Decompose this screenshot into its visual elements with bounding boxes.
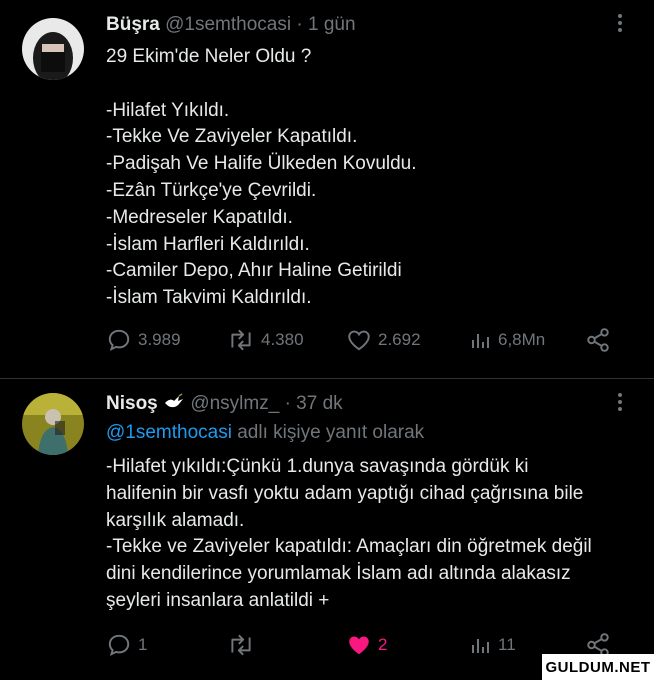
share-icon: [587, 328, 609, 352]
tweet-line: dini kendilerince yorumlamak İslam adı a…: [106, 563, 571, 585]
more-dots-icon[interactable]: [612, 391, 628, 415]
tweet-line: -Hilafet yıkıldı:Çünkü 1.dunya savaşında…: [106, 456, 529, 477]
tweet-line: -Padişah Ve Halife Ülkeden Kovuldu.: [106, 153, 417, 175]
user-handle[interactable]: @nsylmz_: [190, 393, 279, 414]
dove-emoji-icon: [163, 393, 185, 411]
reply-context: @1semthocasi adlı kişiye yanıt olarak: [106, 422, 424, 444]
reply-button[interactable]: 3.989: [106, 325, 181, 355]
reply-bubble-icon: [108, 329, 130, 352]
tweet-line: 29 Ekim'de Neler Oldu ?: [106, 46, 312, 67]
retweet-button[interactable]: 4.380: [227, 325, 304, 355]
views-count: 6,8Mn: [498, 330, 546, 349]
like-button[interactable]: 2: [346, 630, 387, 660]
tweet-1[interactable]: Büşra @1semthocasi · 1 gün 29 Ekim'de Ne…: [0, 0, 654, 378]
tweet-text: 29 Ekim'de Neler Oldu ? -Hilafet Yıkıldı…: [106, 44, 626, 312]
views-bar-chart-icon: [472, 334, 489, 348]
tweet-line: -İslam Takvimi Kaldırıldı.: [106, 287, 312, 309]
tweet-line: -Hilafet Yıkıldı.: [106, 99, 230, 121]
tweet-line: -İslam Harfleri Kaldırıldı.: [106, 233, 310, 255]
tweet-line: -Medreseler Kapatıldı.: [106, 206, 293, 228]
timestamp[interactable]: · 1 gün: [296, 14, 355, 35]
like-button[interactable]: 2.692: [346, 325, 421, 355]
views-button[interactable]: 6,8Mn: [468, 325, 545, 355]
display-name[interactable]: Nisoş: [106, 393, 158, 414]
display-name[interactable]: Büşra: [106, 14, 160, 35]
reply-count: 1: [138, 635, 148, 654]
tweet-line: karşılık alamadı.: [106, 509, 245, 531]
tweet-line: -Camiler Depo, Ahır Haline Getirildi: [106, 260, 402, 282]
tweet-line: halifenin bir vasfı yoktu adam yaptığı c…: [106, 482, 584, 504]
reply-count: 3.989: [138, 330, 181, 349]
like-count: 2: [378, 635, 388, 654]
tweet-header: Büşra @1semthocasi · 1 gün: [106, 14, 356, 36]
tweet-text: -Hilafet yıkıldı:Çünkü 1.dunya savaşında…: [106, 454, 626, 615]
reply-bubble-icon: [108, 634, 130, 657]
views-bar-chart-icon: [472, 639, 489, 653]
views-count: 11: [498, 635, 516, 654]
more-dots-icon[interactable]: [612, 12, 628, 36]
reply-context-text: adlı kişiye yanıt olarak: [231, 422, 425, 443]
views-button[interactable]: 11: [468, 630, 516, 660]
tweet-line: -Tekke ve Zaviyeler kapatıldı: Amaçları …: [106, 536, 592, 558]
avatar[interactable]: [22, 18, 84, 80]
watermark: GULDUM.NET: [542, 654, 654, 680]
mention-link[interactable]: @1semthocasi: [106, 422, 232, 443]
tweet-line: -Tekke Ve Zaviyeler Kapatıldı.: [106, 126, 358, 148]
retweet-icon: [231, 329, 251, 351]
retweet-count: 4.380: [261, 330, 304, 349]
user-handle[interactable]: @1semthocasi: [165, 14, 291, 35]
action-bar: 3.989 4.380 2.692 6,8Mn: [0, 325, 654, 355]
retweet-button[interactable]: [227, 630, 261, 660]
tweet-header: Nisoş @nsylmz_ · 37 dk: [106, 393, 343, 415]
tweet-line: [106, 71, 626, 98]
avatar[interactable]: [22, 393, 84, 455]
reply-button[interactable]: 1: [106, 630, 147, 660]
like-count: 2.692: [378, 330, 421, 349]
timestamp[interactable]: · 37 dk: [285, 393, 343, 414]
tweet-line: -Ezân Türkçe'ye Çevrildi.: [106, 179, 317, 201]
tweet-line: şeyleri insanlara anlatildi +: [106, 589, 330, 611]
retweet-icon: [231, 634, 251, 656]
heart-icon: [349, 636, 369, 655]
tweet-2[interactable]: Nisoş @nsylmz_ · 37 dk @1semthocasi adlı…: [0, 379, 654, 680]
heart-icon: [348, 330, 370, 351]
share-button[interactable]: [585, 325, 611, 355]
